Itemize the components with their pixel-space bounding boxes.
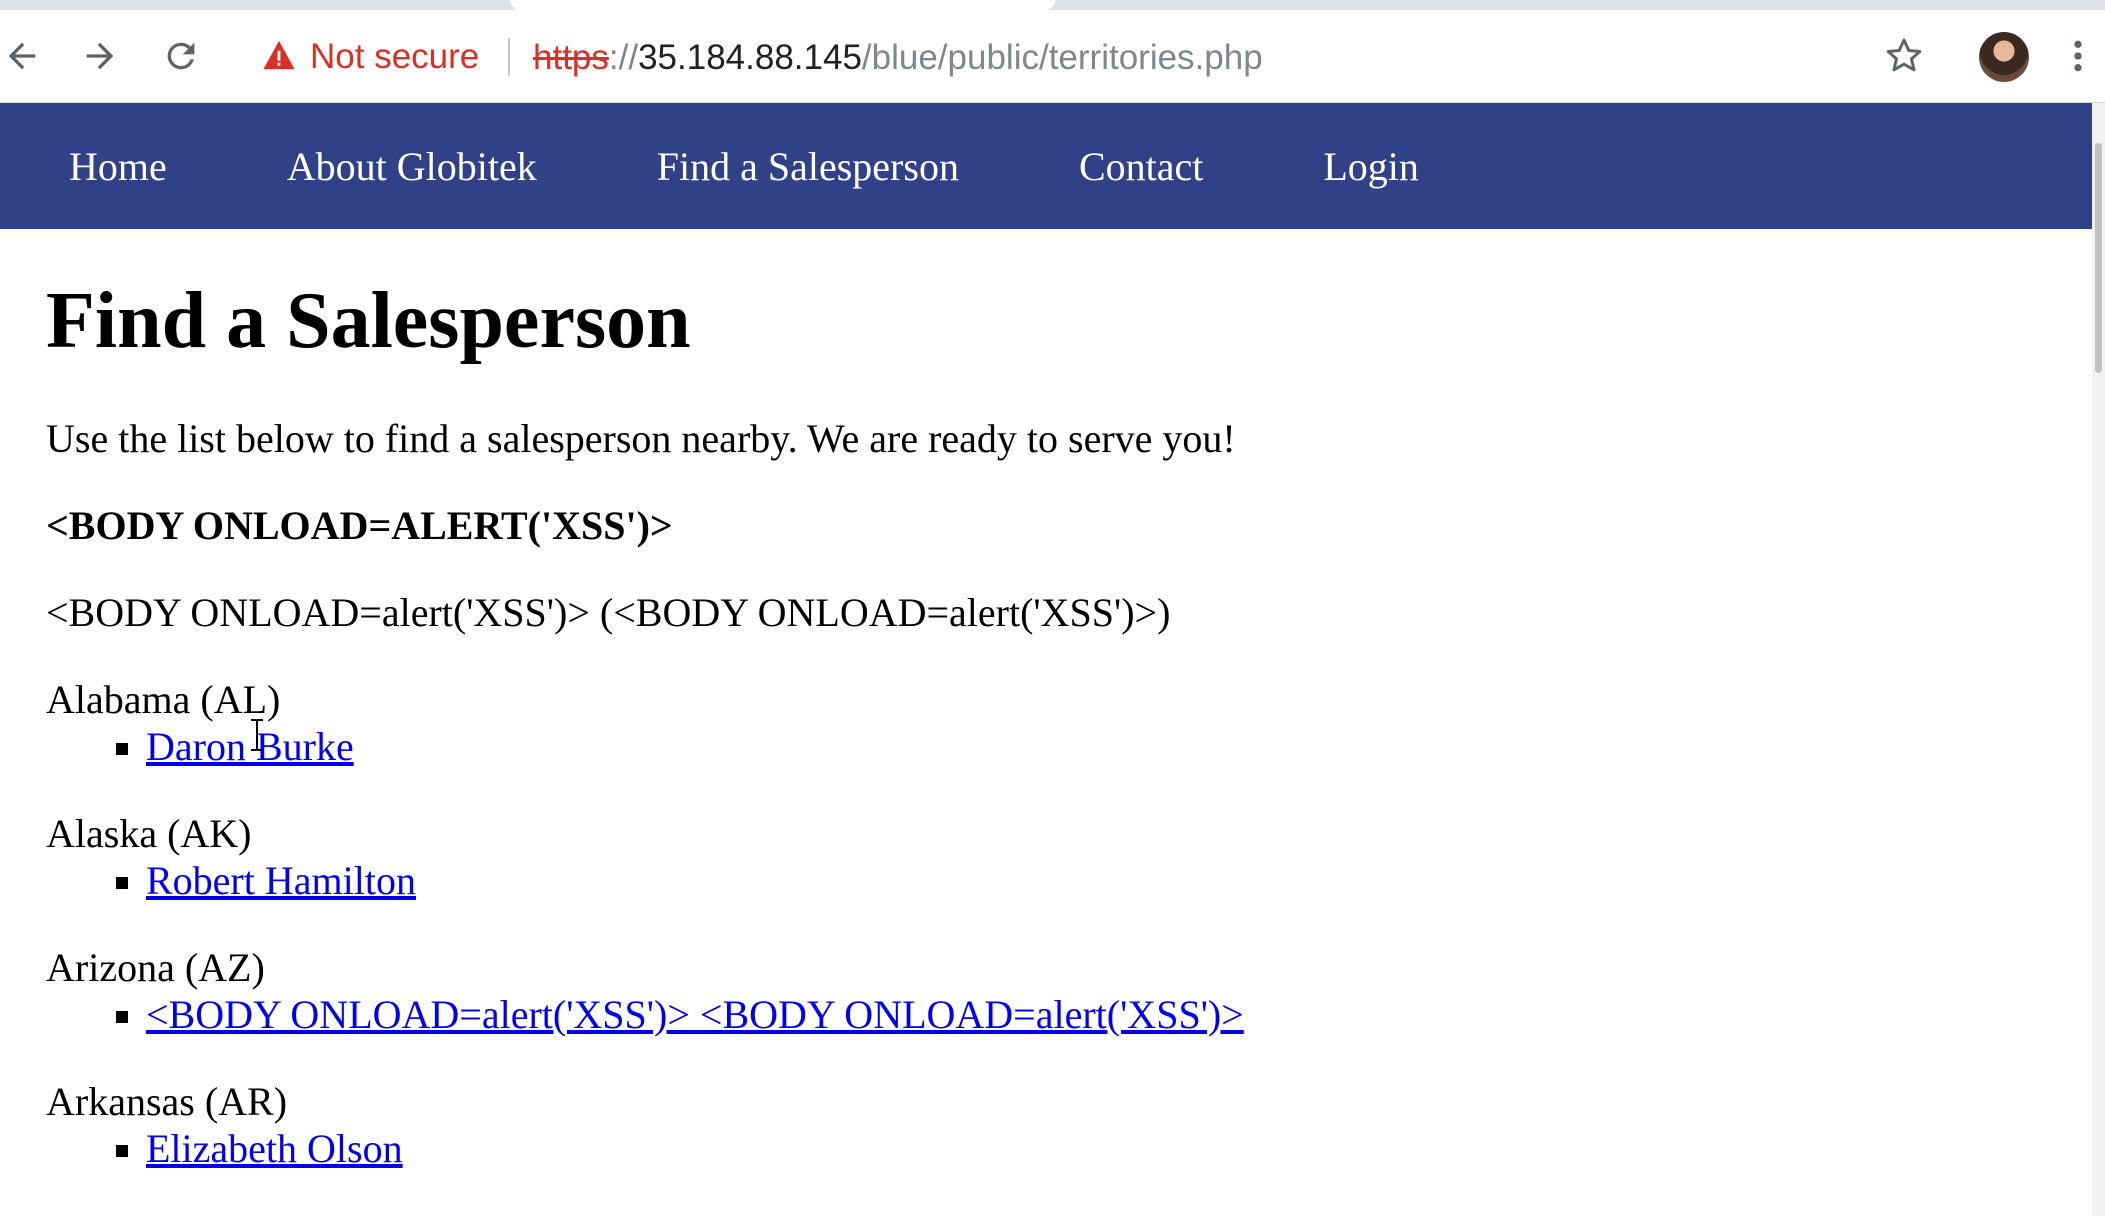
reload-button[interactable] xyxy=(155,30,207,82)
salesperson-list: Elizabeth Olson xyxy=(46,1125,2076,1173)
square-bullet-icon xyxy=(116,1011,128,1023)
bookmark-button[interactable] xyxy=(1878,30,1930,82)
territory-name: Alabama (AL) xyxy=(46,677,281,722)
main-content: Find a Salesperson Use the list below to… xyxy=(46,229,2076,1173)
salesperson-list: <BODY ONLOAD=alert('XSS')> <BODY ONLOAD=… xyxy=(46,991,2076,1039)
reload-icon xyxy=(161,36,201,76)
star-icon xyxy=(1884,36,1924,76)
url-host: 35.184.88.145 xyxy=(638,38,862,77)
browser-menu-button[interactable] xyxy=(2058,30,2098,82)
intro-text: Use the list below to find a salesperson… xyxy=(46,416,1236,461)
not-secure-label: Not secure xyxy=(310,37,480,76)
salesperson-item: Robert Hamilton xyxy=(46,857,2076,905)
forward-button[interactable] xyxy=(74,30,126,82)
territory-name: Arizona (AZ) xyxy=(46,945,265,990)
url-path: /blue/public/territories.php xyxy=(861,38,1263,77)
injected-text-line: <BODY ONLOAD=alert('XSS')> (<BODY ONLOAD… xyxy=(46,590,1171,635)
salesperson-item: Daron Burke xyxy=(46,723,2076,771)
back-button[interactable] xyxy=(0,30,48,82)
site-navbar: Home About Globitek Find a Salesperson C… xyxy=(0,103,2092,229)
avatar[interactable] xyxy=(1979,32,2029,82)
territory-name: Arkansas (AR) xyxy=(46,1079,288,1124)
warning-triangle-icon xyxy=(262,39,296,76)
square-bullet-icon xyxy=(116,743,128,755)
nav-home[interactable]: Home xyxy=(69,143,167,190)
url-separator: :// xyxy=(608,38,639,77)
salesperson-list: Robert Hamilton xyxy=(46,857,2076,905)
square-bullet-icon xyxy=(116,1145,128,1157)
nav-login[interactable]: Login xyxy=(1323,143,1419,190)
text-cursor-icon xyxy=(246,718,268,752)
back-arrow-icon xyxy=(2,36,42,76)
scrollbar-thumb[interactable] xyxy=(2095,143,2102,373)
page-title: Find a Salesperson xyxy=(46,277,691,365)
nav-contact[interactable]: Contact xyxy=(1079,143,1203,190)
territory-name: Alaska (AK) xyxy=(46,811,252,856)
nav-about-globitek[interactable]: About Globitek xyxy=(287,143,537,190)
salesperson-list: Daron Burke xyxy=(46,723,2076,771)
url-scheme: https xyxy=(533,38,609,77)
page-scrollbar[interactable] xyxy=(2092,103,2105,1216)
territory-arizona: Arizona (AZ) <BODY ONLOAD=alert('XSS')> … xyxy=(46,944,2076,1039)
salesperson-link[interactable]: Robert Hamilton xyxy=(146,858,416,903)
territory-alabama: Alabama (AL) Daron Burke xyxy=(46,676,2076,771)
salesperson-link[interactable]: Elizabeth Olson xyxy=(146,1126,403,1171)
browser-toolbar: Not secure https://35.184.88.145/blue/pu… xyxy=(0,0,2105,103)
salesperson-item: <BODY ONLOAD=alert('XSS')> <BODY ONLOAD=… xyxy=(46,991,2076,1039)
security-indicator[interactable]: Not secure xyxy=(262,34,479,80)
salesperson-item: Elizabeth Olson xyxy=(46,1125,2076,1173)
square-bullet-icon xyxy=(116,877,128,889)
salesperson-link[interactable]: <BODY ONLOAD=alert('XSS')> <BODY ONLOAD=… xyxy=(146,992,1244,1037)
address-separator xyxy=(508,38,510,76)
address-bar[interactable]: https://35.184.88.145/blue/public/territ… xyxy=(533,35,1263,81)
territory-arkansas: Arkansas (AR) Elizabeth Olson xyxy=(46,1078,2076,1173)
active-tab[interactable] xyxy=(510,0,1055,10)
forward-arrow-icon xyxy=(80,36,120,76)
kebab-menu-icon xyxy=(2072,36,2084,76)
territory-alaska: Alaska (AK) Robert Hamilton xyxy=(46,810,2076,905)
nav-find-salesperson[interactable]: Find a Salesperson xyxy=(657,143,959,190)
injected-bold-heading: <BODY ONLOAD=ALERT('XSS')> xyxy=(46,503,673,548)
tab-strip xyxy=(0,0,2105,10)
